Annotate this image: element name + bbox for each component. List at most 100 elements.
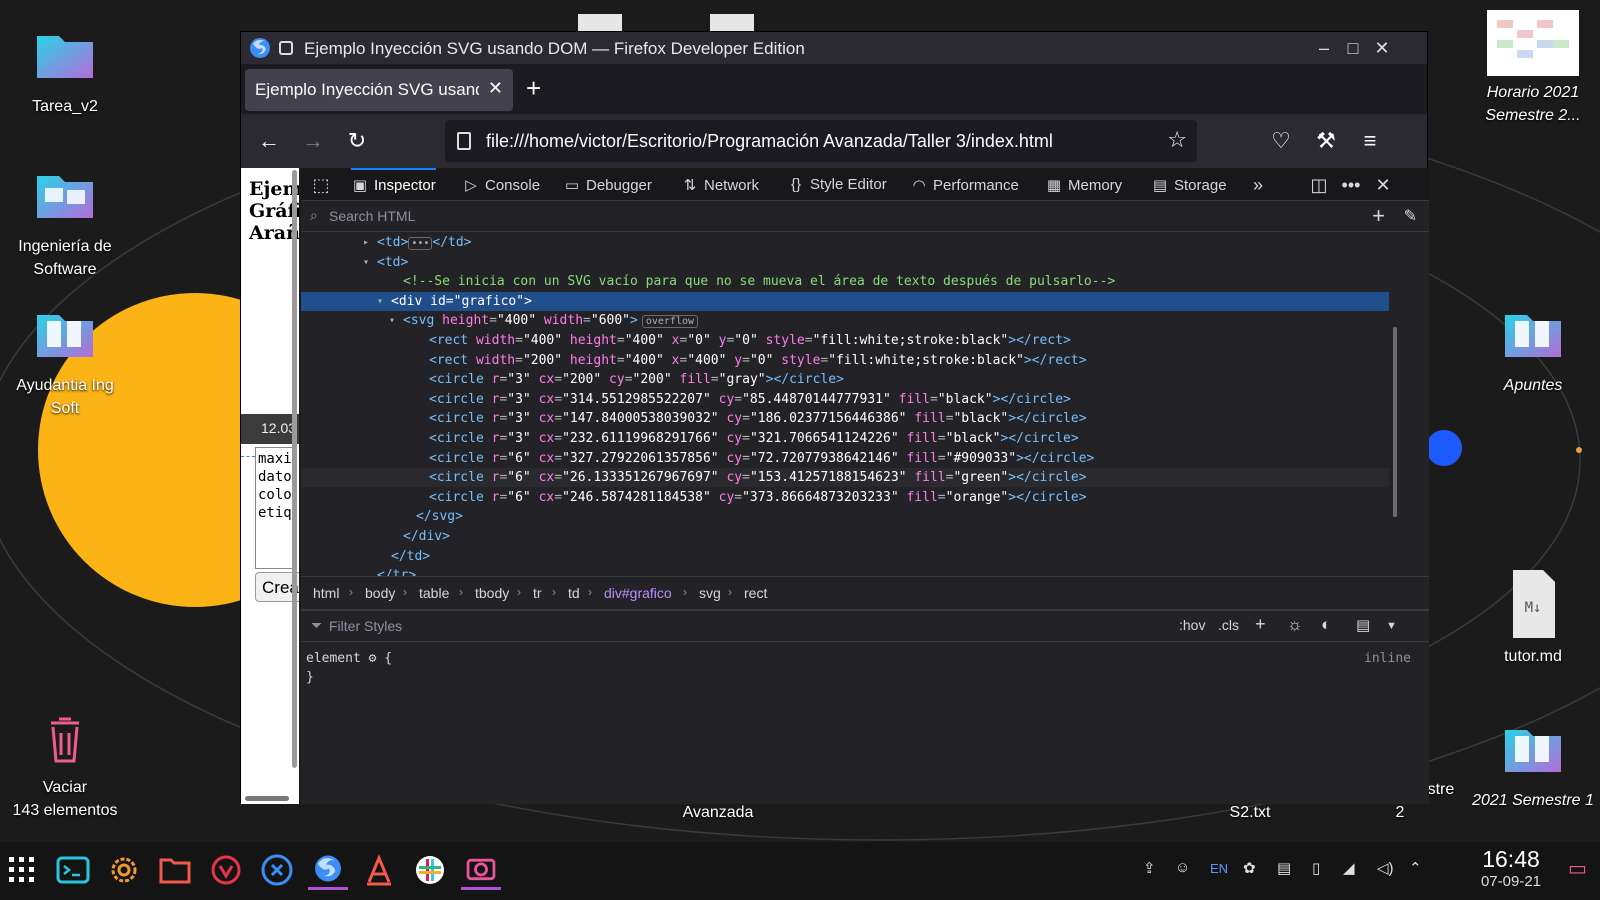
reload-button[interactable]: ↻ <box>344 128 370 154</box>
add-node-icon[interactable]: + <box>1372 203 1385 229</box>
close-tab-icon[interactable]: ✕ <box>488 78 503 99</box>
desktop-icon-horario[interactable]: Horario 2021 Semestre 2... <box>1468 10 1598 127</box>
breadcrumb-item[interactable]: svg <box>699 585 721 601</box>
markup-node[interactable]: ▾ <td> <box>301 253 1389 272</box>
tab-style-editor[interactable]: {} Style Editor <box>787 168 887 201</box>
file-manager-icon[interactable] <box>155 850 195 890</box>
app-grid-icon[interactable] <box>2 850 42 890</box>
eyedropper-icon[interactable]: ✎ <box>1404 206 1417 226</box>
markup-node[interactable]: <circle r="3" cx="147.84000538039032" cy… <box>301 409 1389 428</box>
tab-debugger[interactable]: ▭ Debugger <box>563 168 652 201</box>
tab-performance[interactable]: ◠ Performance <box>910 168 1018 201</box>
collapse-chevron-icon[interactable]: ▾ <box>387 311 397 330</box>
markup-node[interactable]: ▸ <td> ••• </td> <box>301 233 1389 252</box>
markup-node[interactable]: <rect width="200" height="400" x="400" y… <box>301 351 1389 370</box>
minimize-button[interactable]: – <box>1312 36 1336 60</box>
forward-button[interactable]: → <box>300 128 326 154</box>
markup-node[interactable]: <circle r="6" cx="26.133351267967697" cy… <box>301 468 1389 488</box>
markup-view[interactable]: ▸ <td> ••• </td> ▾ <td> <!--Se inicia con un S… <box>301 232 1391 576</box>
tab-console[interactable]: ▷ Console <box>462 168 540 201</box>
page-textarea[interactable]: maximo datos colores etiquetas <box>255 447 295 569</box>
menu-icon[interactable]: ≡ <box>1357 128 1383 154</box>
cls-toggle[interactable]: .cls <box>1218 617 1239 633</box>
page-horizontal-scrollbar[interactable] <box>245 796 289 801</box>
add-rule-icon[interactable]: + <box>1255 614 1266 635</box>
url-text[interactable]: file:///home/victor/Escritorio/Programac… <box>486 131 1053 152</box>
markup-node[interactable]: <!--Se inicia con un SVG vacío para que … <box>301 272 1389 291</box>
updates-icon[interactable]: ⇪ <box>1143 859 1156 877</box>
markup-node[interactable]: ▾ <svg height="400" width="600"> overflow <box>301 311 1389 330</box>
expand-chevron-icon[interactable]: ▸ <box>361 233 371 252</box>
desktop-icon-tutor[interactable]: M↓ tutor.md <box>1468 568 1598 668</box>
page-viewport[interactable]: Ejemplo Gráfico Araña 12.03 maximo datos… <box>241 168 299 804</box>
pin-icon[interactable] <box>279 41 293 55</box>
pocket-icon[interactable]: ♡ <box>1268 128 1294 154</box>
wifi-icon[interactable]: ◢ <box>1343 859 1355 877</box>
collapse-chevron-icon[interactable]: ▾ <box>361 253 371 272</box>
page-vertical-scrollbar[interactable] <box>292 170 297 768</box>
tray-expand-chevron-up-icon[interactable]: ⌃ <box>1409 859 1422 877</box>
page-number-field[interactable]: 12.03 <box>241 414 299 444</box>
breadcrumb-item[interactable]: td <box>568 585 580 601</box>
show-desktop-icon[interactable]: ▭ <box>1568 856 1587 881</box>
desktop-icon-apuntes[interactable]: Apuntes <box>1468 305 1598 397</box>
screenshot-tool-icon[interactable] <box>461 850 501 890</box>
back-button[interactable]: ← <box>256 128 282 154</box>
kde-connect-icon[interactable]: ✿ <box>1243 859 1256 877</box>
filter-styles-input[interactable]: Filter Styles <box>329 618 402 634</box>
overflow-badge[interactable]: overflow <box>641 315 699 329</box>
slack-icon[interactable] <box>410 850 450 890</box>
markup-node[interactable]: </div> <box>301 527 1389 546</box>
markup-node[interactable]: <circle r="6" cx="246.5874281184538" cy=… <box>301 488 1389 507</box>
desktop-icon-tarea[interactable]: Tarea_v2 <box>0 26 130 118</box>
url-bar[interactable]: file:///home/victor/Escritorio/Programac… <box>445 120 1197 162</box>
gear-icon[interactable]: ⚙ <box>369 651 385 666</box>
markup-node[interactable]: <circle r="3" cx="200" cy="200" fill="gr… <box>301 370 1389 389</box>
vscode-icon[interactable] <box>257 850 297 890</box>
breadcrumb-item[interactable]: body <box>365 585 395 601</box>
hov-toggle[interactable]: :hov <box>1179 617 1205 633</box>
markup-node[interactable]: </tr> <box>301 566 1389 576</box>
markup-node[interactable]: <rect width="400" height="400" x="0" y="… <box>301 331 1389 350</box>
dock-side-icon[interactable]: ◫ <box>1308 174 1330 196</box>
dark-mode-icon[interactable]: ◐ <box>1321 615 1331 635</box>
desktop-icon-ayudantia[interactable]: Ayudantia Ing Soft <box>0 305 130 420</box>
element-picker-icon[interactable]: ⬚ <box>310 174 332 196</box>
desktop-icon-ingenieria[interactable]: Ingeniería de Software <box>0 166 130 281</box>
print-media-icon[interactable]: ▤ <box>1356 616 1370 634</box>
desktop-icon-trash[interactable]: Vaciar 143 elementos <box>0 707 130 822</box>
close-window-button[interactable]: ✕ <box>1370 36 1394 60</box>
selected-markup-node[interactable]: ▾ <div id="grafico"> <box>301 291 1389 311</box>
breadcrumb-item[interactable]: table <box>419 585 449 601</box>
new-tab-button[interactable]: + <box>526 73 541 103</box>
keyboard-layout-indicator[interactable]: EN <box>1210 861 1228 876</box>
light-mode-icon[interactable]: ☼ <box>1287 615 1303 635</box>
bookmark-star-icon[interactable]: ☆ <box>1167 127 1187 153</box>
breadcrumb-item[interactable]: div#grafico <box>604 585 672 601</box>
collapse-chevron-icon[interactable]: ▾ <box>375 292 385 311</box>
markup-scrollbar[interactable] <box>1391 232 1399 576</box>
markup-node[interactable]: <circle r="6" cx="327.27922061357856" cy… <box>301 449 1389 468</box>
tab-network[interactable]: ⇅ Network <box>681 168 759 201</box>
search-html-input[interactable]: Search HTML <box>329 208 415 224</box>
breadcrumb-item[interactable]: rect <box>744 585 767 601</box>
volume-icon[interactable]: ◁) <box>1377 859 1394 877</box>
settings-gear-icon[interactable] <box>104 850 144 890</box>
breadcrumb-item[interactable]: html <box>313 585 339 601</box>
firefox-taskbar-icon[interactable] <box>308 850 348 890</box>
markup-node[interactable]: </svg> <box>301 507 1389 526</box>
markup-node[interactable]: <circle r="3" cx="232.61119968291766" cy… <box>301 429 1389 448</box>
clipboard-icon[interactable]: ▤ <box>1277 859 1291 877</box>
text-editor-icon[interactable] <box>359 850 399 890</box>
more-tabs-chevron-icon[interactable]: » <box>1247 174 1269 196</box>
window-titlebar[interactable]: Ejemplo Inyección SVG usando DOM — Firef… <box>241 32 1427 64</box>
devtools-options-icon[interactable]: ••• <box>1340 174 1362 196</box>
breadcrumb-item[interactable]: tbody <box>475 585 509 601</box>
clock[interactable]: 16:48 07-09-21 <box>1466 845 1556 891</box>
tab-memory[interactable]: ▦ Memory <box>1045 168 1122 201</box>
terminal-icon[interactable] <box>53 850 93 890</box>
desktop-icon-semestre1[interactable]: 2021 Semestre 1 <box>1468 720 1598 812</box>
rule-source[interactable]: inline <box>1364 651 1411 666</box>
breadcrumb-item[interactable]: tr <box>533 585 542 601</box>
discord-icon[interactable]: ☺ <box>1175 859 1190 876</box>
